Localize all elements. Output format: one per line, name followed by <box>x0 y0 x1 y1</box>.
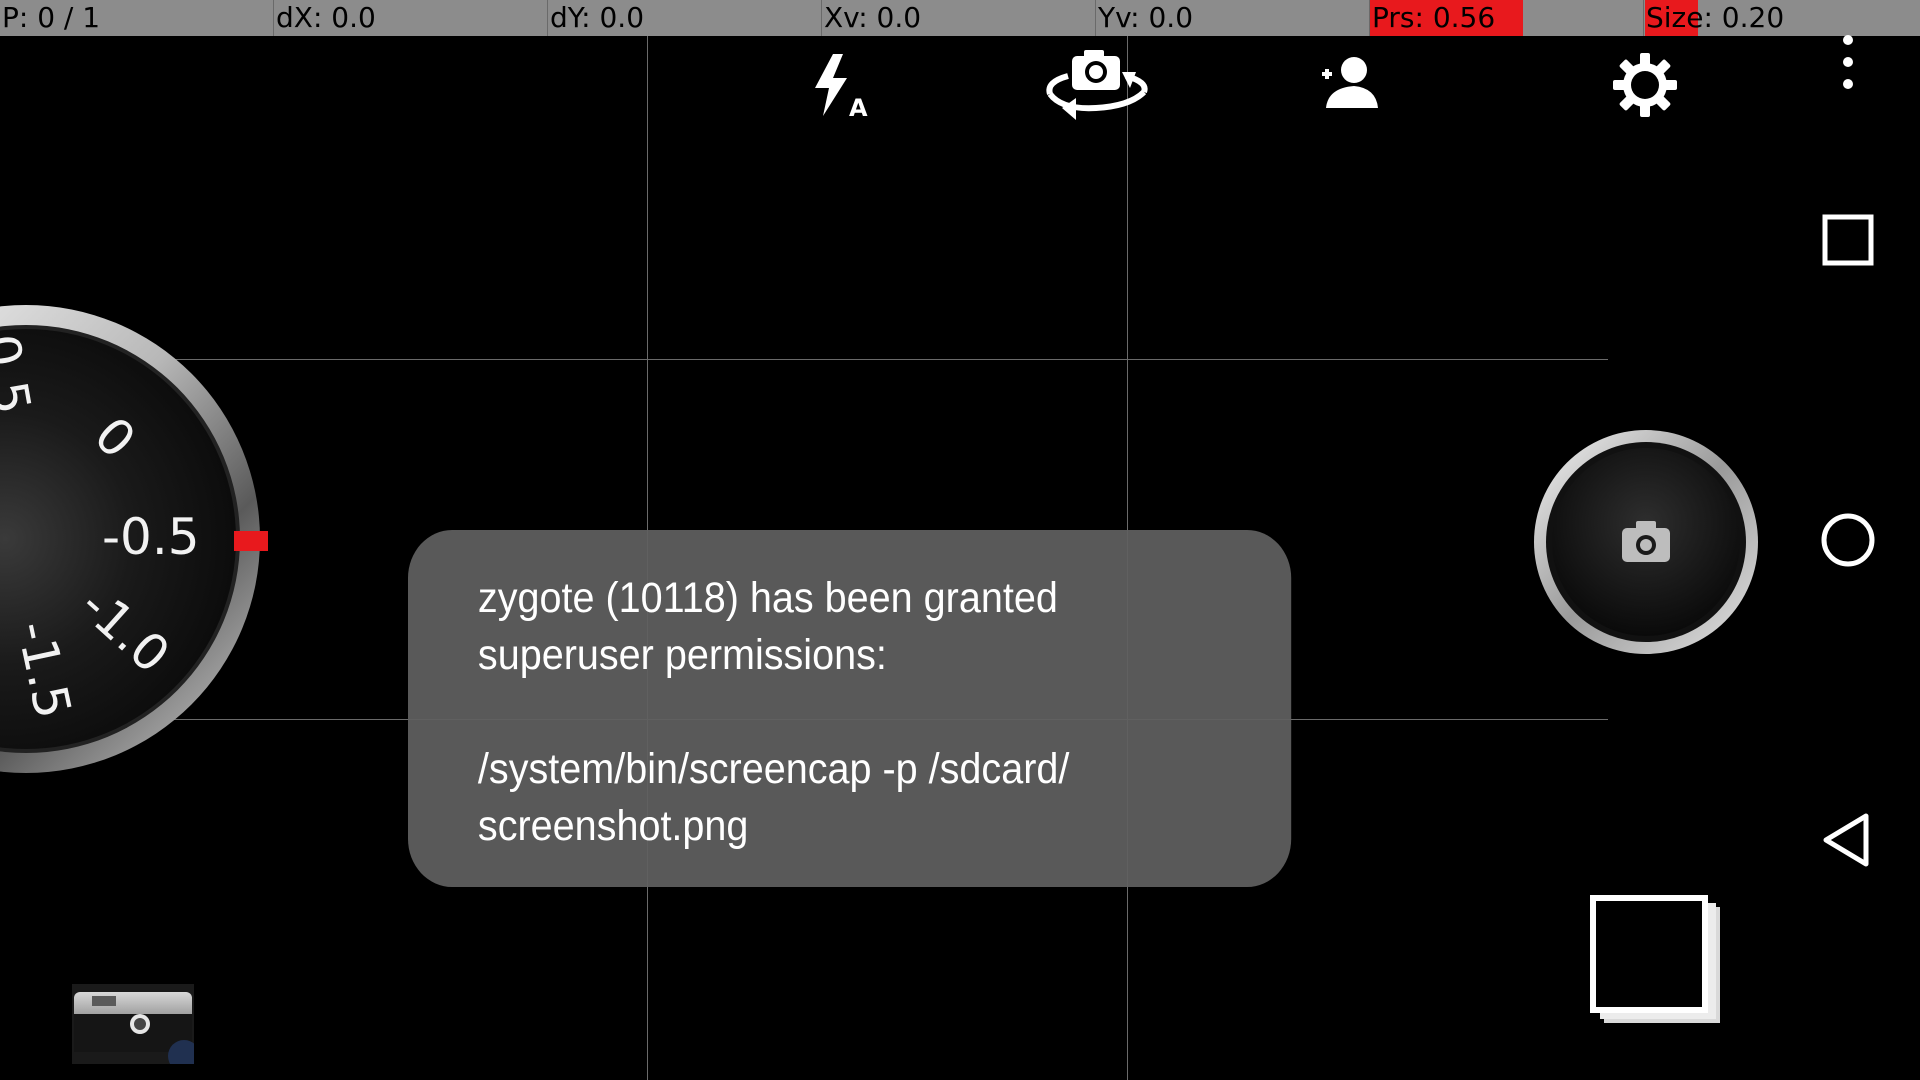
size-readout: Size: 0.20 <box>1643 0 1920 36</box>
mode-switch-button[interactable] <box>1588 893 1724 1029</box>
velocity-x-readout: Xv: 0.0 <box>821 0 1095 36</box>
recents-square-icon[interactable] <box>1818 210 1878 270</box>
exposure-indicator <box>234 531 268 551</box>
exposure-compensation-dial[interactable]: 0.5 0 -0.5 -1.0 -1.5 <box>0 304 270 774</box>
face-detection-icon[interactable] <box>1318 50 1382 120</box>
delta-y-readout: dY: 0.0 <box>547 0 821 36</box>
shutter-button[interactable] <box>1532 428 1760 656</box>
pressure-readout: Prs: 0.56 <box>1369 0 1643 36</box>
home-circle-icon[interactable] <box>1818 510 1878 570</box>
more-vertical-icon[interactable] <box>1834 32 1862 92</box>
superuser-toast: zygote (10118) has been granted superuse… <box>408 530 1292 887</box>
back-triangle-icon[interactable] <box>1818 810 1878 870</box>
pointer-count: P: 0 / 1 <box>2 1 101 34</box>
toast-line: superuser permissions: <box>477 631 887 679</box>
velocity-y-readout: Yv: 0.0 <box>1095 0 1369 36</box>
svg-text:A: A <box>849 94 868 120</box>
toast-command: screenshot.png <box>477 802 749 850</box>
toast-command: /system/bin/screencap -p /sdcard/ <box>477 745 1070 793</box>
pointer-location-bar: P: 0 / 1 dX: 0.0 dY: 0.0 Xv: 0.0 Yv: 0.0… <box>0 0 1920 36</box>
delta-x-readout: dX: 0.0 <box>273 0 547 36</box>
switch-camera-icon[interactable] <box>1040 46 1152 124</box>
gear-icon[interactable] <box>1610 50 1680 120</box>
toast-line: zygote (10118) has been granted <box>477 574 1058 622</box>
flash-auto-icon[interactable]: A <box>805 50 875 122</box>
gallery-thumbnail[interactable] <box>72 984 200 1072</box>
exposure-label-selected: -0.5 <box>102 508 200 566</box>
camera-screen: P: 0 / 1 dX: 0.0 dY: 0.0 Xv: 0.0 Yv: 0.0… <box>0 0 1920 1080</box>
